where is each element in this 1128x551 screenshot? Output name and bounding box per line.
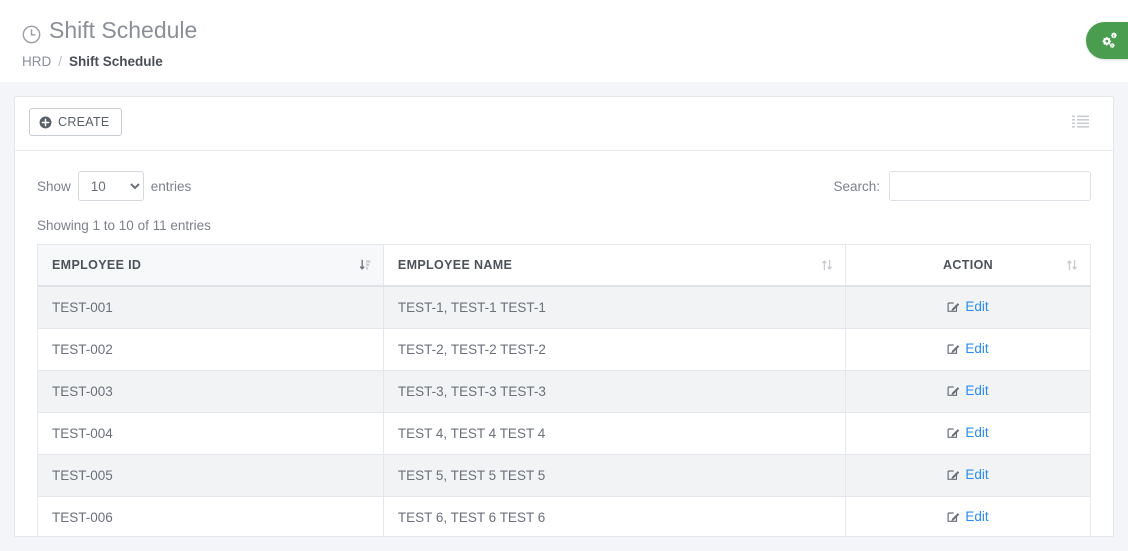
edit-link-label: Edit: [965, 341, 989, 356]
edit-link-label: Edit: [965, 299, 989, 314]
breadcrumb-separator: /: [58, 54, 63, 69]
datatable-controls: Show 10 entries Search:: [37, 165, 1091, 207]
cell-action: Edit: [845, 412, 1091, 455]
create-button[interactable]: CREATE: [29, 108, 122, 136]
cell-employee-id: TEST-001: [37, 285, 384, 329]
pencil-square-icon: [947, 384, 960, 397]
pencil-square-icon: [947, 510, 960, 523]
list-menu-icon[interactable]: [1072, 115, 1089, 129]
search-label: Search:: [833, 178, 880, 194]
pencil-square-icon: [947, 300, 960, 313]
cell-action: Edit: [845, 496, 1091, 536]
cell-employee-id: TEST-003: [37, 370, 384, 413]
cell-employee-name: TEST-3, TEST-3 TEST-3: [382, 370, 847, 413]
settings-fab-button[interactable]: [1086, 22, 1128, 59]
breadcrumb: HRD / Shift Schedule: [22, 54, 1128, 69]
pencil-square-icon: [947, 468, 960, 481]
datatable-info: Showing 1 to 10 of 11 entries: [37, 218, 211, 233]
table-row: TEST-003 TEST-3, TEST-3 TEST-3 Edit: [37, 370, 1091, 413]
table-body: TEST-001 TEST-1, TEST-1 TEST-1 Edit TEST-00…: [37, 285, 1091, 536]
cell-action: Edit: [845, 454, 1091, 497]
datatable-length-control: Show 10 entries: [37, 171, 191, 201]
cell-employee-name: TEST 6, TEST 6 TEST 6: [382, 496, 847, 536]
column-header-label: ACTION: [943, 258, 994, 272]
column-header-action[interactable]: ACTION: [845, 244, 1091, 287]
edit-link[interactable]: Edit: [947, 383, 989, 398]
clock-icon: [22, 21, 41, 43]
edit-link-label: Edit: [965, 509, 989, 524]
edit-link-label: Edit: [965, 467, 989, 482]
column-header-label: EMPLOYEE NAME: [397, 258, 513, 272]
cell-employee-name: TEST-2, TEST-2 TEST-2: [382, 328, 847, 371]
edit-link[interactable]: Edit: [947, 425, 989, 440]
cell-action: Edit: [845, 328, 1091, 371]
table-row: TEST-004 TEST 4, TEST 4 TEST 4 Edit: [37, 412, 1091, 455]
sort-both-icon: [1066, 259, 1078, 272]
column-header-employee-id[interactable]: EMPLOYEE ID: [37, 244, 384, 287]
table-row: TEST-001 TEST-1, TEST-1 TEST-1 Edit: [37, 285, 1091, 329]
edit-link[interactable]: Edit: [947, 467, 989, 482]
datatable-wrapper: Show 10 entries Search: Showing 1 to 10 …: [15, 151, 1113, 536]
card-toolbar: CREATE: [15, 97, 1113, 151]
cell-action: Edit: [845, 370, 1091, 413]
search-input[interactable]: [889, 171, 1091, 201]
create-button-label: CREATE: [58, 115, 110, 129]
cell-employee-id: TEST-005: [37, 454, 384, 497]
entries-label: entries: [150, 178, 192, 194]
edit-link[interactable]: Edit: [947, 509, 989, 524]
column-header-label: EMPLOYEE ID: [52, 258, 142, 272]
sort-desc-icon: [359, 259, 371, 272]
datatable-search-control: Search:: [833, 171, 1091, 201]
pencil-square-icon: [947, 342, 960, 355]
edit-link-label: Edit: [965, 425, 989, 440]
table-row: TEST-005 TEST 5, TEST 5 TEST 5 Edit: [37, 454, 1091, 497]
pencil-square-icon: [947, 426, 960, 439]
edit-link[interactable]: Edit: [947, 299, 989, 314]
shift-schedule-card: CREATE Show 10 entries Search: Showing 1…: [14, 96, 1114, 537]
edit-link-label: Edit: [965, 383, 989, 398]
sort-both-icon: [821, 259, 833, 272]
edit-link[interactable]: Edit: [947, 341, 989, 356]
page-header: Shift Schedule HRD / Shift Schedule: [0, 0, 1128, 82]
page-title-text: Shift Schedule: [49, 17, 198, 43]
cell-employee-name: TEST 5, TEST 5 TEST 5: [382, 454, 847, 497]
cell-employee-name: TEST-1, TEST-1 TEST-1: [382, 285, 847, 329]
table-row: TEST-006 TEST 6, TEST 6 TEST 6 Edit: [37, 496, 1091, 536]
entries-per-page-select[interactable]: 10: [77, 171, 144, 201]
breadcrumb-item-current: Shift Schedule: [69, 54, 163, 69]
gears-icon: [1099, 31, 1119, 51]
cell-action: Edit: [845, 285, 1091, 329]
table-header-row: EMPLOYEE ID EMPLOYEE NAME ACTION: [37, 244, 1091, 287]
cell-employee-id: TEST-002: [37, 328, 384, 371]
cell-employee-id: TEST-004: [37, 412, 384, 455]
column-header-employee-name[interactable]: EMPLOYEE NAME: [382, 244, 847, 287]
plus-circle-icon: [39, 116, 52, 129]
breadcrumb-item-hrd[interactable]: HRD: [22, 54, 51, 69]
show-label: Show: [37, 178, 71, 194]
content-area: CREATE Show 10 entries Search: Showing 1…: [0, 82, 1128, 551]
page-title: Shift Schedule: [22, 15, 1128, 45]
shift-schedule-table: EMPLOYEE ID EMPLOYEE NAME ACTION TEST-00…: [37, 244, 1091, 536]
table-row: TEST-002 TEST-2, TEST-2 TEST-2 Edit: [37, 328, 1091, 371]
cell-employee-name: TEST 4, TEST 4 TEST 4: [382, 412, 847, 455]
cell-employee-id: TEST-006: [37, 496, 384, 536]
